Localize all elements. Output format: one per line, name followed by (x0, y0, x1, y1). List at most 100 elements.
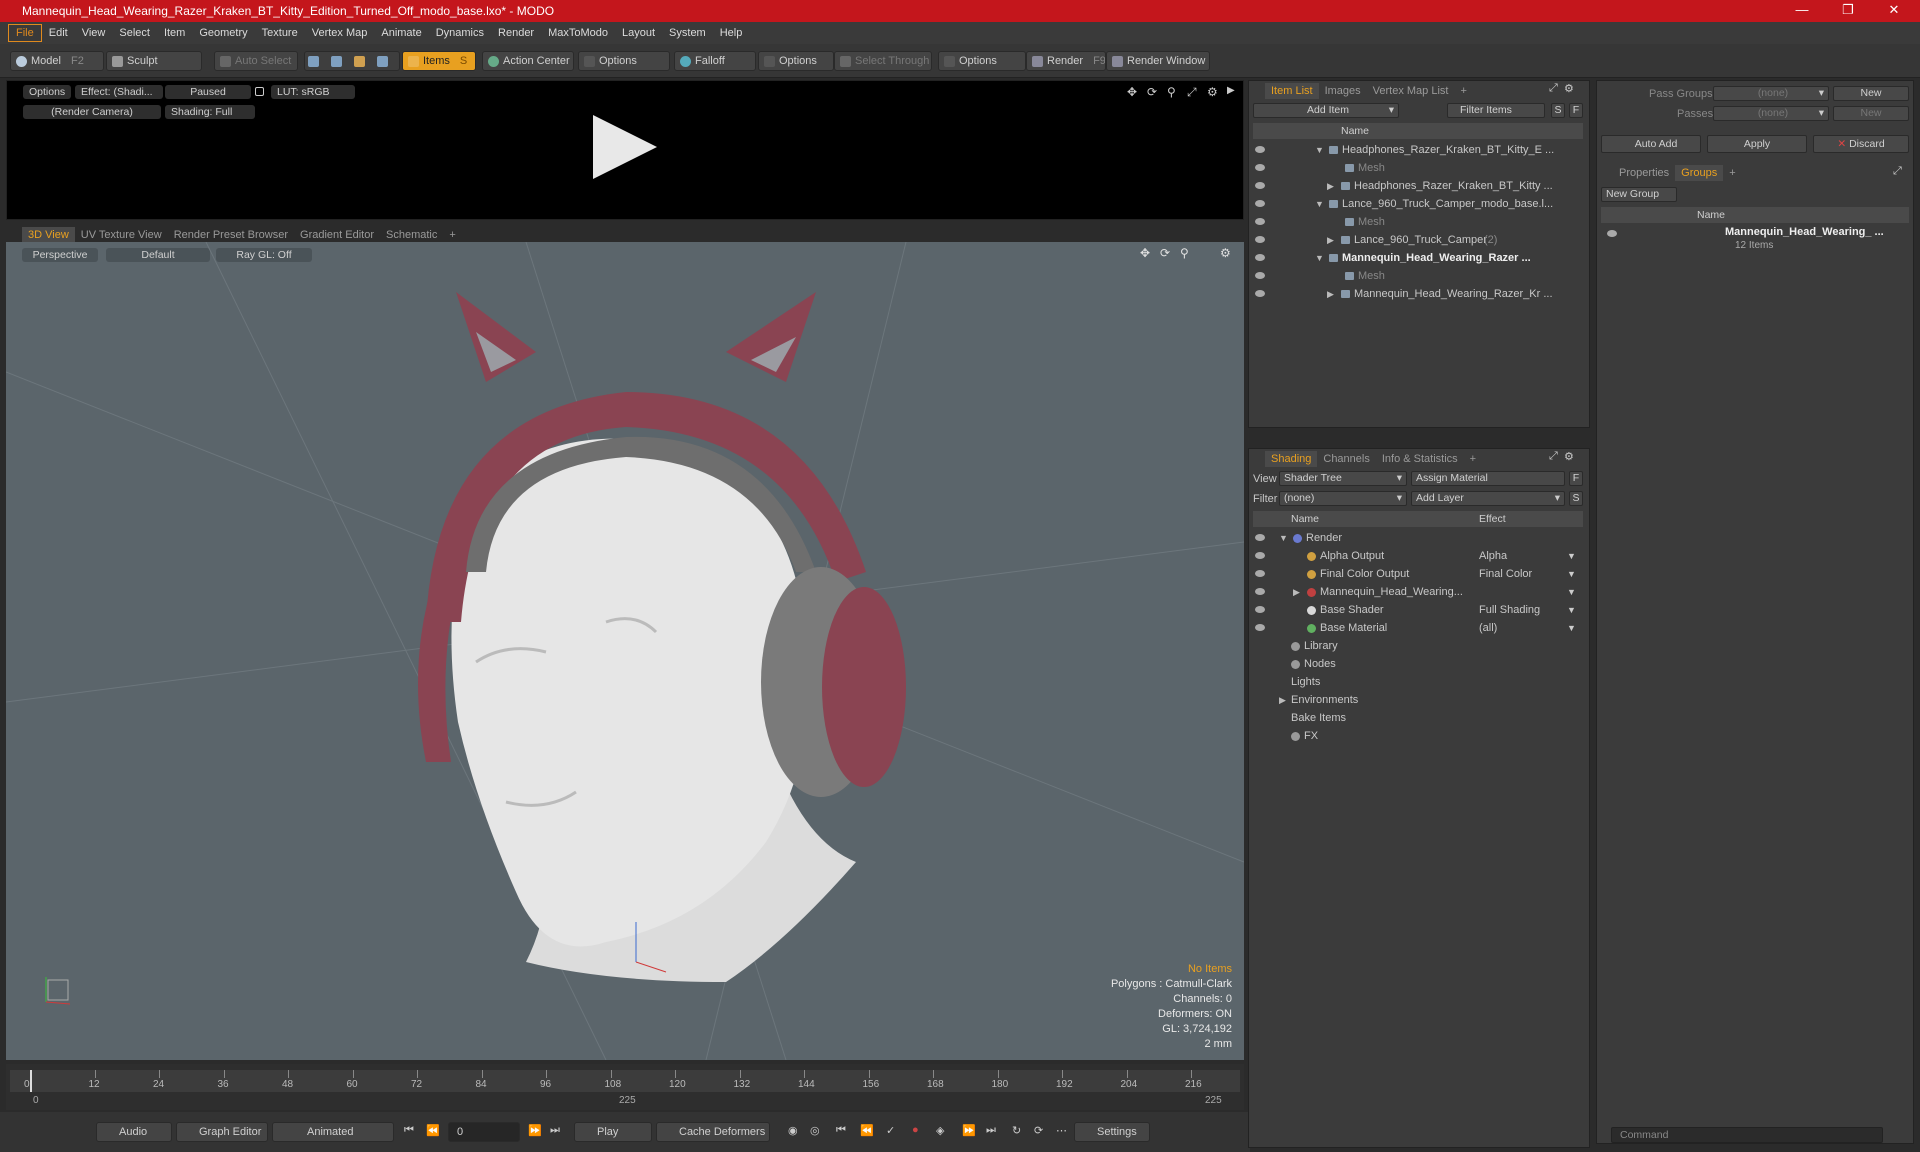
eye-icon[interactable] (1255, 200, 1265, 207)
key-icon[interactable]: ◉ (788, 1124, 798, 1137)
eye-icon[interactable] (1255, 146, 1265, 153)
viewport-tab-0[interactable]: 3D View (22, 227, 75, 243)
eye-icon[interactable] (1255, 570, 1265, 577)
assign-material-dropdown[interactable]: Assign Material (1411, 471, 1565, 486)
preview-camera-dropdown[interactable]: (Render Camera) (23, 105, 161, 119)
menu-vertex-map[interactable]: Vertex Map (305, 25, 375, 41)
arrow-right-icon[interactable]: ▶ (1227, 85, 1235, 96)
item-row[interactable]: ▼ Headphones_Razer_Kraken_BT_Kitty_E ... (1249, 141, 1589, 159)
action-center-button[interactable]: Action Center (482, 51, 574, 71)
play-button[interactable]: Play (574, 1122, 652, 1142)
menu-file[interactable]: File (8, 24, 42, 42)
collapse-arrow-icon[interactable]: ▶ (1293, 583, 1300, 601)
gear-icon[interactable]: ⚙ (1207, 85, 1218, 99)
effect-value[interactable]: Final Color (1479, 565, 1532, 583)
menu-select[interactable]: Select (112, 25, 157, 41)
menu-edit[interactable]: Edit (42, 25, 75, 41)
apply-button[interactable]: Apply (1707, 135, 1807, 153)
eye-icon[interactable] (1255, 218, 1265, 225)
preview-paused-button[interactable]: Paused (165, 85, 251, 99)
expand-icon[interactable]: ⤢ (1549, 450, 1558, 463)
groups-tab-1[interactable]: Groups (1675, 165, 1724, 181)
effect-value[interactable]: Full Shading (1479, 601, 1540, 619)
new-pass-group-button[interactable]: New (1833, 86, 1909, 101)
f-button[interactable]: F (1569, 103, 1583, 118)
shader-row[interactable]: Library (1249, 637, 1589, 655)
move-icon[interactable]: ✥ (1127, 85, 1137, 99)
maximize-button[interactable]: ❐ (1828, 0, 1868, 22)
view-dropdown[interactable]: Shader Tree (1279, 471, 1407, 486)
shading-tab-0[interactable]: Shading (1265, 451, 1318, 467)
eye-icon[interactable] (1255, 588, 1265, 595)
render-button[interactable]: Render F9 (1026, 51, 1106, 71)
expand-icon[interactable]: ⤢ (1893, 165, 1902, 178)
auto-select-button[interactable]: Auto Select (214, 51, 298, 71)
eye-icon[interactable] (1255, 164, 1265, 171)
item-row[interactable]: ▼ Mannequin_Head_Wearing_Razer ... (1249, 249, 1589, 267)
discard-button[interactable]: ✕ Discard (1813, 135, 1909, 153)
shading-tab-2[interactable]: Info & Statistics (1376, 451, 1464, 467)
3d-viewport[interactable]: Perspective Default Ray GL: Off ✥ ⟳ ⚲ ⚙ (6, 242, 1244, 1060)
menu-item[interactable]: Item (157, 25, 192, 41)
viewport-tab-4[interactable]: Schematic (380, 227, 443, 243)
maximize-icon[interactable]: ⤢ (1187, 85, 1197, 100)
model-mode-button[interactable]: Model F2 (10, 51, 104, 71)
groups-tab-2[interactable]: + (1723, 165, 1741, 181)
skip-end-icon[interactable]: ⏭ (550, 1124, 560, 1137)
shader-row[interactable]: Alpha Output Alpha ▼ (1249, 547, 1589, 565)
settings-button[interactable]: Settings (1074, 1122, 1150, 1142)
eye-icon[interactable] (1255, 290, 1265, 297)
close-button[interactable]: ✕ (1874, 0, 1914, 22)
eye-icon[interactable] (1255, 606, 1265, 613)
shading-tab-3[interactable]: + (1464, 451, 1482, 467)
s-button[interactable]: S (1569, 491, 1583, 506)
next-key-icon[interactable]: ⏩ (962, 1124, 976, 1137)
item-row[interactable]: ▶ Mannequin_Head_Wearing_Razer_Kr ... (1249, 285, 1589, 303)
s-button[interactable]: S (1551, 103, 1565, 118)
lock-icon[interactable] (255, 87, 264, 96)
dropdown-caret-icon[interactable]: ▼ (1567, 601, 1576, 619)
key-add-icon[interactable]: ✓ (886, 1124, 895, 1137)
effect-value[interactable]: (all) (1479, 619, 1497, 637)
cache-deformers-button[interactable]: Cache Deformers (656, 1122, 770, 1142)
item-row[interactable]: ▼ Lance_960_Truck_Camper_modo_base.l... (1249, 195, 1589, 213)
polygon-select-icon[interactable] (354, 56, 365, 67)
shader-row[interactable]: Lights (1249, 673, 1589, 691)
refresh-icon[interactable]: ⟳ (1034, 1124, 1043, 1137)
menu-maxtomodo[interactable]: MaxToModo (541, 25, 615, 41)
falloff-button[interactable]: Falloff (674, 51, 756, 71)
prev-key-icon[interactable]: ⏪ (860, 1124, 874, 1137)
dropdown-caret-icon[interactable]: ▼ (1567, 583, 1576, 601)
shader-row[interactable]: Nodes (1249, 655, 1589, 673)
gear-icon[interactable]: ⚙ (1564, 450, 1574, 463)
step-back-icon[interactable]: ⏪ (426, 1124, 440, 1137)
prev-key-icon[interactable]: ⏮ (836, 1124, 846, 1137)
item-row[interactable]: Mesh (1249, 213, 1589, 231)
menu-system[interactable]: System (662, 25, 713, 41)
items-mode-button[interactable]: Items S (402, 51, 476, 71)
graph-editor-button[interactable]: Graph Editor (176, 1122, 268, 1142)
key-icon[interactable]: ◈ (936, 1124, 944, 1137)
shader-row[interactable]: ▶ Environments (1249, 691, 1589, 709)
preview-effect-dropdown[interactable]: Effect: (Shadi... (75, 85, 163, 99)
expand-arrow-icon[interactable]: ▼ (1315, 141, 1324, 159)
filter-dropdown[interactable]: (none) (1279, 491, 1407, 506)
zoom-icon[interactable]: ⚲ (1167, 85, 1176, 99)
eye-icon[interactable] (1255, 534, 1265, 541)
item-row[interactable]: ▶ Headphones_Razer_Kraken_BT_Kitty ... (1249, 177, 1589, 195)
itemlist-tab-3[interactable]: + (1454, 83, 1472, 99)
vertex-select-icon[interactable] (308, 56, 319, 67)
eye-icon[interactable] (1255, 182, 1265, 189)
collapse-arrow-icon[interactable]: ▶ (1279, 691, 1286, 709)
eye-icon[interactable] (1255, 236, 1265, 243)
eye-icon[interactable] (1255, 254, 1265, 261)
options-icon[interactable]: ⋯ (1056, 1124, 1067, 1137)
play-icon[interactable] (593, 115, 657, 179)
rotate-icon[interactable]: ⟳ (1147, 85, 1157, 99)
audio-button[interactable]: Audio (96, 1122, 172, 1142)
shader-row[interactable]: Base Material (all) ▼ (1249, 619, 1589, 637)
select-through-options-button[interactable]: Options (938, 51, 1026, 71)
shading-tab-1[interactable]: Channels (1317, 451, 1375, 467)
menu-help[interactable]: Help (713, 25, 750, 41)
expand-icon[interactable]: ⤢ (1549, 82, 1558, 95)
